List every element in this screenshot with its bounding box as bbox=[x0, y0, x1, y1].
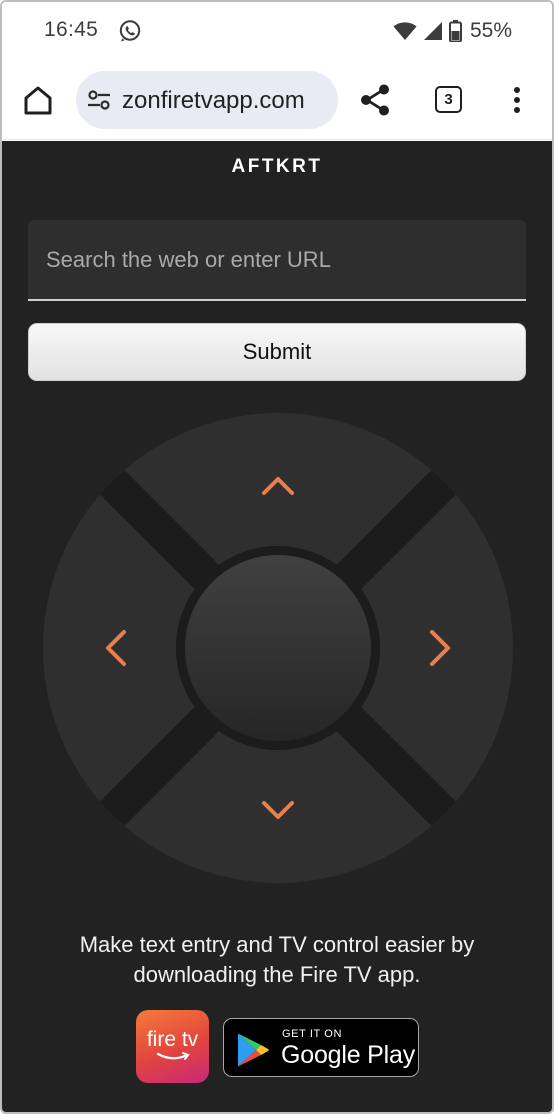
firetv-app-badge[interactable]: fire tv bbox=[136, 1010, 209, 1083]
promo-text: Make text entry and TV control easier by… bbox=[2, 930, 552, 990]
device-name: AFTKRT bbox=[231, 156, 323, 177]
share-icon bbox=[361, 84, 389, 116]
url-text: zonfiretvapp.com bbox=[122, 87, 305, 114]
status-icons: 55% bbox=[393, 16, 512, 46]
promo-line-1: Make text entry and TV control easier by bbox=[79, 932, 475, 957]
remote-page: AFTKRT Submit bbox=[2, 141, 552, 1112]
search-input[interactable] bbox=[28, 220, 526, 299]
select-button[interactable] bbox=[185, 555, 371, 741]
battery-icon bbox=[448, 20, 462, 42]
submit-button[interactable]: Submit bbox=[28, 323, 526, 381]
more-menu-button[interactable] bbox=[502, 82, 532, 118]
signal-icon bbox=[423, 22, 442, 40]
google-play-badge[interactable]: GET IT ON Google Play bbox=[223, 1018, 419, 1077]
status-bar: 16:45 55% bbox=[2, 2, 552, 60]
whatsapp-icon bbox=[118, 19, 142, 43]
home-button[interactable] bbox=[20, 82, 56, 118]
search-box bbox=[28, 220, 526, 301]
browser-toolbar: zonfiretvapp.com 3 bbox=[2, 60, 552, 140]
google-play-label: Google Play bbox=[281, 1041, 415, 1069]
google-play-get-it-on: GET IT ON bbox=[282, 1028, 343, 1040]
dpad bbox=[43, 413, 513, 883]
url-bar[interactable]: zonfiretvapp.com bbox=[76, 71, 338, 129]
status-time: 16:45 bbox=[44, 18, 99, 41]
more-vert-icon bbox=[514, 87, 520, 113]
phone-frame: 16:45 55% zonfiretvapp.com 3 AFTKRT Sear… bbox=[0, 0, 554, 1114]
share-button[interactable] bbox=[358, 82, 392, 118]
smile-arrow-icon bbox=[156, 1051, 190, 1060]
tune-icon[interactable] bbox=[86, 88, 112, 112]
tabs-button[interactable]: 3 bbox=[435, 86, 462, 113]
home-icon bbox=[24, 86, 52, 115]
promo-line-2: downloading the Fire TV app. bbox=[133, 962, 421, 987]
wifi-icon bbox=[393, 22, 417, 40]
google-play-logo-icon bbox=[238, 1033, 269, 1067]
firetv-logo-text: fire tv bbox=[146, 1027, 199, 1051]
battery-percentage: 55% bbox=[469, 19, 512, 42]
